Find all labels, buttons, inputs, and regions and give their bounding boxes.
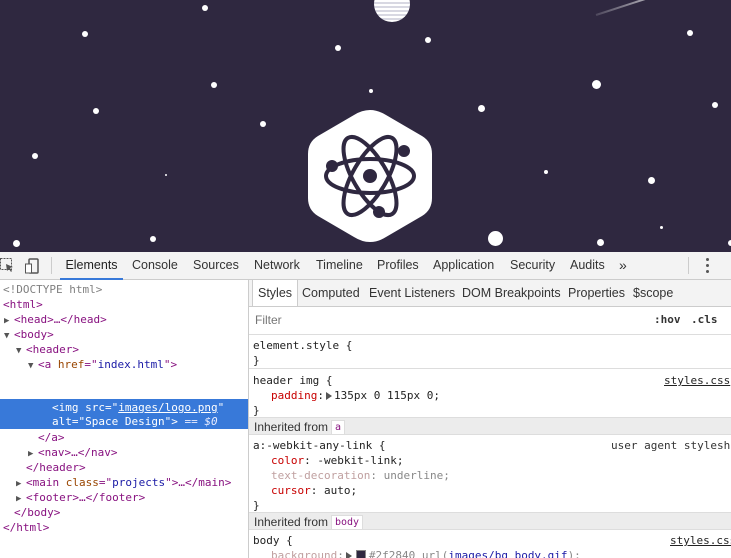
subtab-computed[interactable]: Computed [302,280,360,306]
star [687,30,693,36]
atom-icon [308,110,432,242]
collapse-arrow-icon[interactable]: ▼ [28,359,38,374]
tab-audits[interactable]: Audits [570,252,605,279]
collapse-arrow-icon[interactable]: ▼ [4,329,14,344]
shooting-star [595,0,694,16]
subtab-event-listeners[interactable]: Event Listeners [369,280,455,306]
selected-dom-node[interactable]: <img src="images/logo.png" alt="Space De… [0,399,248,429]
toolbar-separator [51,257,52,274]
tab-timeline[interactable]: Timeline [316,252,363,279]
collapse-arrow-icon[interactable]: ▼ [16,344,26,359]
expand-shorthand-icon[interactable] [325,392,332,400]
star [13,240,20,247]
star [597,239,604,246]
star [648,177,655,184]
dom-node-header[interactable]: ▼ <header> [16,342,79,357]
css-declaration[interactable]: color: -webkit-link; [271,453,403,468]
star [260,121,266,127]
star [211,82,217,88]
tab-security[interactable]: Security [510,252,555,279]
tab-application[interactable]: Application [433,252,494,279]
star [369,89,373,93]
toolbar-separator [688,257,689,274]
rule-close: } [253,404,260,417]
subtab-properties[interactable]: Properties [568,280,625,306]
star [335,45,341,51]
dom-node-nav[interactable]: ▶ <nav>…</nav> [28,445,117,460]
devtools-panel: Elements Console Sources Network Timelin… [0,252,731,558]
sidebar-tabs: Styles Computed Event Listeners DOM Brea… [249,280,731,307]
dom-tree: <!DOCTYPE html> <html> ▶ <head>…</head> ▼… [0,280,248,558]
subtab-dom-breakpoints[interactable]: DOM Breakpoints [462,280,561,306]
dom-node-main[interactable]: ▶ <main class="projects">…</main> [16,475,231,490]
rule-header-img: header img { styles.css padding: 135px 0 … [249,369,731,417]
more-tabs-icon[interactable]: » [619,252,627,279]
class-toggle[interactable]: .cls [691,313,718,326]
star [93,108,99,114]
subtab-scope[interactable]: $scope [633,280,673,306]
styles-sidebar: Styles Computed Event Listeners DOM Brea… [249,280,731,558]
rule-source-link[interactable]: styles.css [664,373,730,388]
rule-body: body { styles.css background: #2f2840 url… [249,530,731,558]
tab-profiles[interactable]: Profiles [377,252,419,279]
star [82,31,88,37]
dom-node-a[interactable]: ▼ <a href="index.html"> [28,357,177,372]
page-preview [0,0,731,252]
dom-node-footer[interactable]: ▶ <footer>…</footer> [16,490,145,505]
inherited-node-chip[interactable]: body [331,515,364,530]
star [202,5,208,11]
rule-selector[interactable]: a:-webkit-any-link { [253,438,385,453]
devtools-toolbar: Elements Console Sources Network Timelin… [0,252,731,280]
inherited-header-a: Inherited from a [249,417,731,435]
kebab-menu-icon[interactable] [706,258,710,274]
hover-state-toggle[interactable]: :hov [654,313,681,326]
star [425,37,431,43]
tab-network[interactable]: Network [254,252,300,279]
moon [374,0,410,22]
css-declaration[interactable]: background: #2f2840 url(images/bg_body.gi… [271,548,581,558]
tab-console[interactable]: Console [132,252,178,279]
filter-input[interactable] [255,313,455,327]
inherited-header-body: Inherited from body [249,512,731,530]
rule-source-label: user agent stylesh [611,439,731,452]
star [660,226,663,229]
dom-node-html-close[interactable]: </html> [3,520,49,535]
star [488,231,503,246]
star [478,105,485,112]
rule-a-webkit-any-link: a:-webkit-any-link { user agent stylesh … [249,435,731,513]
tab-sources[interactable]: Sources [193,252,239,279]
styles-filter-bar: :hov .cls [249,307,731,335]
dom-node-body-close[interactable]: </body> [14,505,60,520]
rule-source-link[interactable]: styles.css [670,533,731,548]
rule-selector[interactable]: body { [253,533,293,548]
color-swatch[interactable] [355,550,366,558]
dom-node-doctype[interactable]: <!DOCTYPE html> [3,282,102,297]
dom-node-body[interactable]: ▼ <body> [4,327,54,342]
rule-close: } [253,354,260,367]
dom-node-html[interactable]: <html> [3,297,43,312]
star [544,170,548,174]
rule-close: } [253,499,260,512]
css-declaration[interactable]: cursor: auto; [271,483,357,498]
rule-element-style: element.style { } [249,335,731,369]
css-declaration[interactable]: padding: 135px 0 115px 0; [271,388,440,403]
star [165,174,167,176]
star [592,80,601,89]
inherited-node-chip[interactable]: a [331,420,346,435]
star [32,153,38,159]
rule-selector[interactable]: header img { [253,373,332,388]
tab-elements[interactable]: Elements [60,252,123,280]
expand-shorthand-icon[interactable] [345,552,352,558]
star [712,102,718,108]
star [150,236,156,242]
subtab-styles[interactable]: Styles [252,280,299,306]
device-mode-icon[interactable] [25,258,39,274]
dom-node-header-close[interactable]: </header> [26,460,86,475]
inspect-element-icon[interactable] [0,258,14,272]
rule-selector[interactable]: element.style { [253,338,352,353]
dom-node-head[interactable]: ▶ <head>…</head> [4,312,107,327]
css-declaration[interactable]: text-decoration: underline; [271,468,450,483]
dom-node-a-close[interactable]: </a> [38,430,65,445]
